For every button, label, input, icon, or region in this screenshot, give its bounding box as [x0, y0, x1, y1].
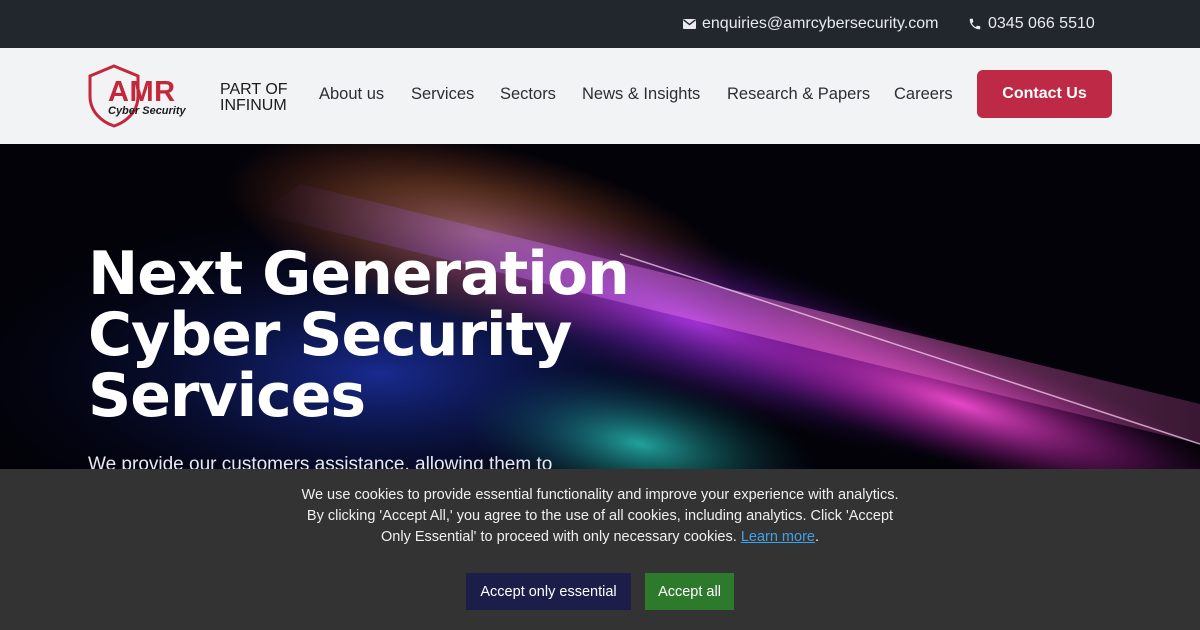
main-navbar: AMR Cyber Security PART OF INFINUM About…: [0, 48, 1200, 144]
cookie-message: We use cookies to provide essential func…: [301, 487, 899, 545]
hero-title-line2: Cyber Security: [88, 300, 572, 370]
email-text: enquiries@amrcybersecurity.com: [702, 15, 939, 32]
top-contact-bar: enquiries@amrcybersecurity.com 0345 066 …: [0, 0, 1200, 48]
learn-more-link[interactable]: Learn more: [741, 529, 815, 545]
nav-item-careers[interactable]: Careers: [894, 85, 953, 104]
contact-us-button[interactable]: Contact Us: [977, 70, 1112, 118]
phone-link[interactable]: 0345 066 5510: [968, 0, 1095, 48]
phone-icon: [968, 17, 982, 31]
accept-essential-button[interactable]: Accept only essential: [466, 573, 631, 610]
cookie-banner: We use cookies to provide essential func…: [0, 469, 1200, 630]
phone-text: 0345 066 5510: [988, 15, 1095, 32]
hero-title: Next Generation Cyber Security Services: [88, 244, 648, 427]
nav-item-research-papers[interactable]: Research & Papers: [727, 85, 870, 104]
email-link[interactable]: enquiries@amrcybersecurity.com: [683, 0, 938, 48]
nav-item-sectors[interactable]: Sectors: [500, 85, 556, 104]
accept-all-button[interactable]: Accept all: [645, 573, 734, 610]
logo-part-of: PART OF: [220, 81, 288, 98]
nav-item-about-us[interactable]: About us: [319, 85, 384, 104]
envelope-icon: [683, 19, 696, 29]
logo-infinum: INFINUM: [220, 97, 287, 114]
site-logo[interactable]: AMR Cyber Security PART OF INFINUM: [86, 64, 296, 130]
nav-item-services[interactable]: Services: [411, 85, 474, 104]
hero-title-line1: Next Generation: [88, 239, 630, 309]
nav-item-news-insights[interactable]: News & Insights: [582, 85, 700, 104]
hero-title-line3: Services: [88, 361, 366, 431]
logo-tagline: Cyber Security: [108, 105, 186, 117]
